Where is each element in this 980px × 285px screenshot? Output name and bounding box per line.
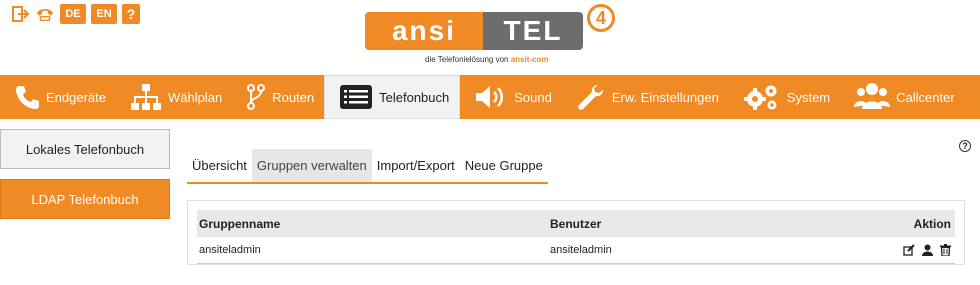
ansitel-logo: ansi TEL 4 die Telefonielösung von ansit… xyxy=(365,4,615,66)
nav-item-callcenter[interactable]: Callcenter xyxy=(840,75,965,119)
help-icon[interactable]: ? xyxy=(959,140,971,152)
lang-en-button[interactable]: EN xyxy=(91,4,117,24)
main-navigation: Endgeräte Wählplan Routen Telefonbuch So… xyxy=(0,75,980,119)
nav-label: System xyxy=(786,89,831,105)
nav-label: Sound xyxy=(514,89,552,105)
header-benutzer: Benutzer xyxy=(550,216,602,231)
logo-right-part: TEL xyxy=(483,12,583,50)
nav-label: Telefonbuch xyxy=(379,89,450,105)
route-icon xyxy=(247,84,266,110)
sidebar-item-ldap-telefonbuch[interactable]: LDAP Telefonbuch xyxy=(0,179,170,219)
subtab-bar: Übersicht Gruppen verwalten Import/Expor… xyxy=(187,149,548,184)
sidebar-item-lokales-telefonbuch[interactable]: Lokales Telefonbuch xyxy=(0,129,170,169)
tab-import-export[interactable]: Import/Export xyxy=(372,149,460,182)
nav-item-routen[interactable]: Routen xyxy=(232,75,324,119)
nav-label: Callcenter xyxy=(896,89,955,105)
help-button[interactable]: ? xyxy=(122,4,140,24)
nav-item-waehlplan[interactable]: Wählplan xyxy=(116,75,232,119)
tagline-brand: ansit-com xyxy=(510,55,549,64)
nav-label: Wählplan xyxy=(168,89,223,105)
speaker-icon xyxy=(476,86,504,108)
table-header: Gruppenname Benutzer Aktion xyxy=(197,210,955,237)
logo-tagline: die Telefonielösung von ansit-com xyxy=(425,55,549,64)
lang-de-button[interactable]: DE xyxy=(60,4,86,24)
edit-icon[interactable] xyxy=(903,244,915,256)
nav-item-telefonbuch[interactable]: Telefonbuch xyxy=(324,75,461,119)
phone-icon xyxy=(16,86,39,109)
tab-uebersicht[interactable]: Übersicht xyxy=(187,149,252,182)
logo-left-part: ansi xyxy=(365,12,483,50)
trash-icon[interactable] xyxy=(940,244,951,256)
nav-label: Erw. Einstellungen xyxy=(611,89,719,105)
nav-item-erw-einstellungen[interactable]: Erw. Einstellungen xyxy=(562,75,729,119)
cell-gruppenname: ansiteladmin xyxy=(199,244,261,256)
groups-table: Gruppenname Benutzer Aktion ansiteladmin… xyxy=(187,200,965,265)
nav-label: Endgeräte xyxy=(46,89,106,105)
header-gruppenname: Gruppenname xyxy=(199,216,281,231)
top-icon-bar: DE EN ? xyxy=(10,4,140,24)
table-row: ansiteladmin ansiteladmin xyxy=(197,237,955,264)
gears-icon xyxy=(743,85,777,110)
logo-wordmark: ansi TEL xyxy=(365,12,583,50)
nav-item-endgeraete[interactable]: Endgeräte xyxy=(0,75,116,119)
user-icon[interactable] xyxy=(922,244,933,256)
tagline-prefix: die Telefonielösung von xyxy=(425,55,509,64)
sidebar: Lokales Telefonbuch LDAP Telefonbuch xyxy=(0,129,170,229)
logo-version-badge: 4 xyxy=(587,4,615,32)
list-icon xyxy=(340,85,373,109)
nav-label: Routen xyxy=(272,89,315,105)
wrench-icon xyxy=(578,85,603,110)
sitemap-icon xyxy=(131,84,161,110)
nav-item-sound[interactable]: Sound xyxy=(460,75,562,119)
tab-gruppen-verwalten[interactable]: Gruppen verwalten xyxy=(251,149,372,182)
tab-neue-gruppe[interactable]: Neue Gruppe xyxy=(460,149,548,182)
header-aktion: Aktion xyxy=(913,216,951,231)
users-icon xyxy=(854,83,891,109)
phone-hangup-icon[interactable] xyxy=(35,4,55,24)
logout-icon[interactable] xyxy=(10,4,30,24)
cell-aktion xyxy=(850,244,955,256)
cell-benutzer: ansiteladmin xyxy=(550,244,612,256)
nav-item-system[interactable]: System xyxy=(729,75,840,119)
